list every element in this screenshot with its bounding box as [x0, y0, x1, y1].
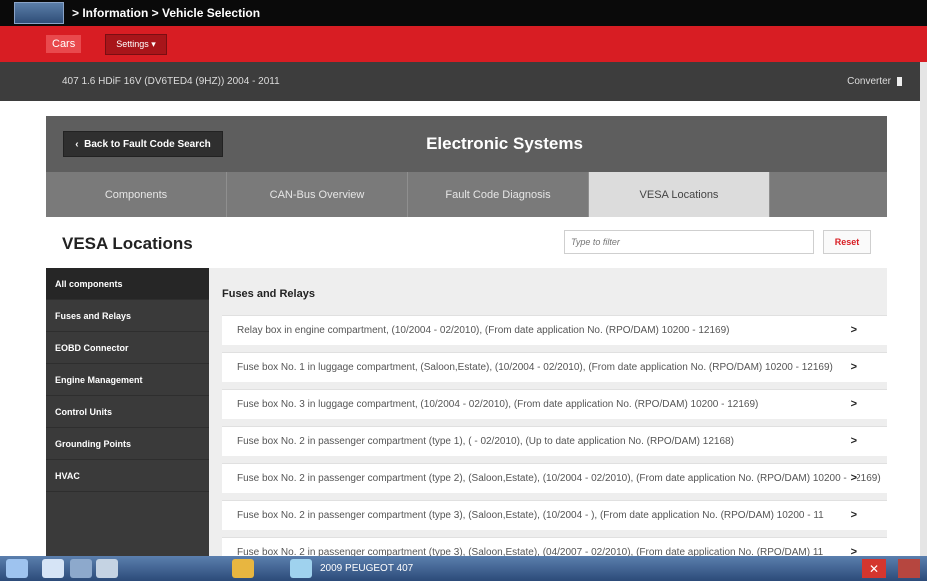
taskbar: 2009 PEUGEOT 407 ✕	[0, 556, 927, 581]
car-icon[interactable]	[96, 559, 118, 578]
list-item[interactable]: Fuse box No. 1 in luggage compartment, (…	[222, 352, 887, 382]
vehicle-label: 407 1.6 HDiF 16V (DV6TED4 (9HZ)) 2004 - …	[62, 76, 280, 87]
content-title: Fuses and Relays	[222, 288, 315, 300]
list-item-label: Fuse box No. 2 in passenger compartment …	[237, 473, 881, 484]
chevron-right-icon: >	[848, 435, 857, 447]
chevron-right-icon: >	[848, 546, 857, 556]
sidebar-item-eobd-connector[interactable]: EOBD Connector	[46, 332, 209, 364]
taskbar-vehicle-label: 2009 PEUGEOT 407	[320, 563, 414, 574]
list-item-label: Fuse box No. 2 in passenger compartment …	[237, 510, 824, 521]
settings-label: Settings	[116, 38, 149, 49]
list-item[interactable]: Fuse box No. 2 in passenger compartment …	[222, 537, 887, 556]
sidebar-item-control-units[interactable]: Control Units	[46, 396, 209, 428]
chevron-right-icon: >	[848, 509, 857, 521]
list-item[interactable]: Fuse box No. 3 in luggage compartment, (…	[222, 389, 887, 419]
content-panel: Fuses and Relays Relay box in engine com…	[209, 268, 887, 556]
chevron-right-icon: >	[848, 324, 857, 336]
sidebar-item-all-components[interactable]: All components	[46, 268, 209, 300]
close-icon[interactable]: ✕	[862, 559, 886, 578]
page-title: Electronic Systems	[426, 134, 583, 153]
window-edge	[920, 26, 927, 556]
vehicle-app-icon[interactable]	[290, 559, 312, 578]
converter-label: Converter	[847, 76, 891, 87]
tab-can-bus-overview[interactable]: CAN-Bus Overview	[227, 172, 408, 217]
list-item[interactable]: Relay box in engine compartment, (10/200…	[222, 315, 887, 345]
list-item[interactable]: Fuse box No. 2 in passenger compartment …	[222, 426, 887, 456]
sidebar-item-fuses-and-relays[interactable]: Fuses and Relays	[46, 300, 209, 332]
list-item-label: Fuse box No. 1 in luggage compartment, (…	[237, 362, 833, 373]
title-bar: > Information > Vehicle Selection	[0, 0, 927, 26]
list-item[interactable]: Fuse box No. 2 in passenger compartment …	[222, 500, 887, 530]
tab-components[interactable]: Components	[46, 172, 227, 217]
list-item-label: Fuse box No. 2 in passenger compartment …	[237, 547, 824, 556]
vehicle-bar: 407 1.6 HDiF 16V (DV6TED4 (9HZ)) 2004 - …	[0, 62, 920, 101]
top-nav-bar: Cars Settings ▾	[0, 26, 920, 62]
sidebar-item-engine-management[interactable]: Engine Management	[46, 364, 209, 396]
list-item-label: Fuse box No. 3 in luggage compartment, (…	[237, 399, 759, 410]
settings-button[interactable]: Settings ▾	[105, 33, 167, 55]
vesa-locations-heading: VESA Locations	[62, 234, 193, 253]
section-header: ‹ Back to Fault Code Search Electronic S…	[46, 116, 887, 172]
diagnostic-app-icon[interactable]	[232, 559, 254, 578]
system-icon[interactable]	[70, 559, 92, 578]
home-icon[interactable]	[6, 559, 28, 578]
cars-tab[interactable]: Cars	[46, 35, 82, 53]
reset-button[interactable]: Reset	[823, 230, 871, 254]
chevron-right-icon: >	[848, 472, 857, 484]
tab-vesa-locations[interactable]: VESA Locations	[589, 172, 770, 217]
list-item-label: Relay box in engine compartment, (10/200…	[237, 325, 730, 336]
sidebar-item-hvac[interactable]: HVAC	[46, 460, 209, 492]
tab-fault-code-diagnosis[interactable]: Fault Code Diagnosis	[408, 172, 589, 217]
chevron-right-icon: >	[848, 398, 857, 410]
converter-icon	[897, 77, 902, 86]
breadcrumb: > Information > Vehicle Selection	[72, 6, 261, 20]
app-logo-icon	[14, 2, 64, 24]
chevron-right-icon: >	[848, 361, 857, 373]
filter-input[interactable]	[564, 230, 814, 254]
component-sidebar: All components Fuses and Relays EOBD Con…	[46, 268, 209, 556]
tab-bar: Components CAN-Bus Overview Fault Code D…	[46, 172, 887, 217]
monitor-icon[interactable]	[42, 559, 64, 578]
flag-icon[interactable]	[898, 559, 920, 578]
list-item[interactable]: Fuse box No. 2 in passenger compartment …	[222, 463, 887, 493]
converter-button[interactable]: Converter	[847, 76, 902, 87]
list-item-label: Fuse box No. 2 in passenger compartment …	[237, 436, 734, 447]
sidebar-item-grounding-points[interactable]: Grounding Points	[46, 428, 209, 460]
